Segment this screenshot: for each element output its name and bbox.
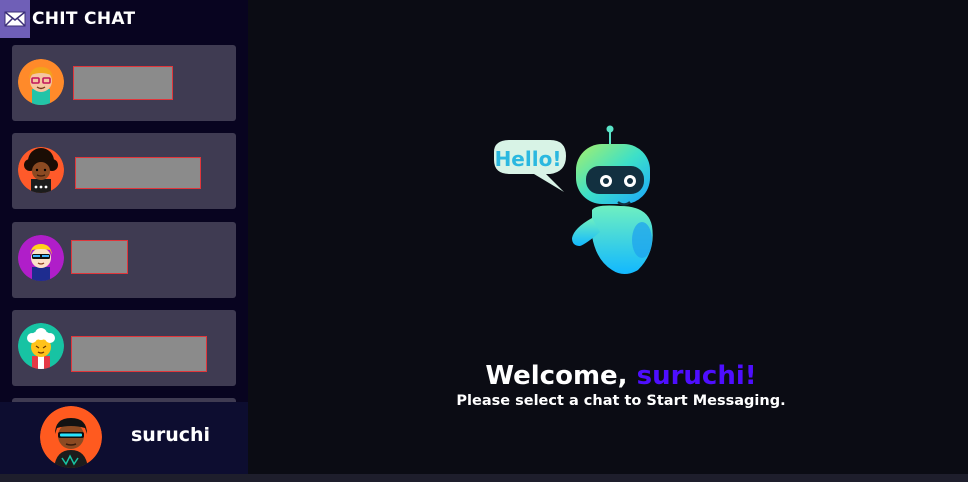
contacts-sidebar: CHIT CHAT suruchi — [0, 0, 248, 474]
contact-item[interactable] — [12, 310, 236, 386]
robot-hello-illustration: Hello! — [480, 122, 670, 277]
contact-item[interactable] — [12, 133, 236, 209]
avatar-visor-icon — [40, 406, 102, 468]
current-username: suruchi — [131, 424, 211, 446]
avatar-white-hair-icon — [18, 323, 64, 369]
chat-logo-icon — [0, 0, 30, 38]
welcome-greeting: Welcome, — [485, 361, 637, 391]
brand-header: CHIT CHAT — [0, 0, 248, 38]
brand-title: CHIT CHAT — [32, 9, 136, 29]
welcome-username: suruchi! — [636, 361, 757, 391]
robot-bubble-text: Hello! — [495, 147, 562, 171]
bottom-strip — [0, 474, 968, 482]
welcome-panel: Hello! Welcome, suruchi! Please select a… — [248, 0, 968, 474]
contact-item[interactable] — [12, 222, 236, 298]
contact-name-redacted — [71, 336, 207, 372]
contact-name-redacted — [75, 157, 201, 189]
avatar-glasses-icon — [18, 59, 64, 105]
contact-name-redacted — [71, 240, 128, 274]
contact-item[interactable] — [12, 45, 236, 121]
welcome-message: Welcome, suruchi! Please select a chat t… — [248, 360, 968, 410]
welcome-heading: Welcome, suruchi! — [248, 360, 968, 392]
avatar-sunglasses-icon — [18, 235, 64, 281]
avatar-afro-icon — [18, 147, 64, 193]
contact-name-redacted — [73, 66, 173, 100]
chat-app: CHIT CHAT suruchi Hello! Welcome, suruch… — [0, 0, 968, 474]
current-user-panel: suruchi — [0, 402, 248, 474]
welcome-subtitle: Please select a chat to Start Messaging. — [456, 393, 786, 409]
